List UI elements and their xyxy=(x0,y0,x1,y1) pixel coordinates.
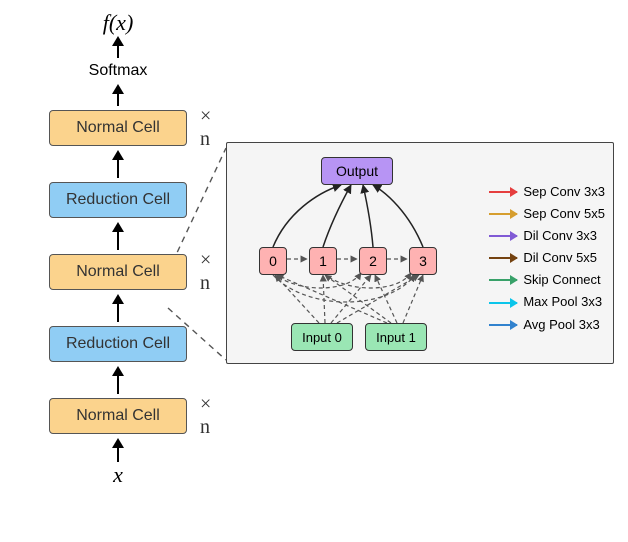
times-n-label: × n xyxy=(200,393,211,439)
legend-item: Dil Conv 3x3 xyxy=(489,225,605,247)
legend-label: Dil Conv 5x5 xyxy=(523,247,597,269)
legend-label: Sep Conv 3x3 xyxy=(523,181,605,203)
dag-nodes: Output 0 1 2 3 Input 0 Input 1 xyxy=(227,143,487,365)
dag-hidden-node-0: 0 xyxy=(259,247,287,275)
dag-input-node-1: Input 1 xyxy=(365,323,427,351)
node-label: 1 xyxy=(319,253,327,269)
times-n-label: × n xyxy=(200,249,211,295)
node-label: 3 xyxy=(419,253,427,269)
architecture-stack: f(x) Softmax Normal Cell × n Reduction C… xyxy=(28,10,208,488)
softmax-label: Softmax xyxy=(89,62,148,80)
legend-arrow-icon xyxy=(489,191,517,193)
node-label: 2 xyxy=(369,253,377,269)
node-label: Output xyxy=(336,163,378,179)
legend-item: Sep Conv 3x3 xyxy=(489,181,605,203)
legend-label: Dil Conv 3x3 xyxy=(523,225,597,247)
cell-zoom-panel: Output 0 1 2 3 Input 0 Input 1 Sep Conv … xyxy=(226,142,614,364)
legend-label: Avg Pool 3x3 xyxy=(523,314,599,336)
arrow-up-icon xyxy=(112,84,124,106)
normal-cell: Normal Cell × n xyxy=(49,398,187,434)
legend-label: Sep Conv 5x5 xyxy=(523,203,605,225)
legend-item: Max Pool 3x3 xyxy=(489,291,605,313)
legend-item: Sep Conv 5x5 xyxy=(489,203,605,225)
legend-label: Max Pool 3x3 xyxy=(523,291,602,313)
legend-arrow-icon xyxy=(489,213,517,215)
normal-cell-zoomed: Normal Cell × n xyxy=(49,254,187,290)
legend-label: Skip Connect xyxy=(523,269,600,291)
dag-hidden-node-2: 2 xyxy=(359,247,387,275)
output-label: f(x) xyxy=(103,10,134,36)
legend-arrow-icon xyxy=(489,302,517,304)
times-n-label: × n xyxy=(200,105,211,151)
node-label: 0 xyxy=(269,253,277,269)
arrow-up-icon xyxy=(112,294,124,322)
legend-arrow-icon xyxy=(489,324,517,326)
arrow-up-icon xyxy=(112,366,124,394)
legend-item: Skip Connect xyxy=(489,269,605,291)
arrow-up-icon xyxy=(112,222,124,250)
arrow-up-icon xyxy=(112,150,124,178)
reduction-cell: Reduction Cell xyxy=(49,326,187,362)
dag-input-node-0: Input 0 xyxy=(291,323,353,351)
cell-label: Reduction Cell xyxy=(66,191,170,209)
legend-arrow-icon xyxy=(489,257,517,259)
legend-arrow-icon xyxy=(489,279,517,281)
normal-cell: Normal Cell × n xyxy=(49,110,187,146)
arrow-up-icon xyxy=(112,36,124,58)
dag-hidden-node-1: 1 xyxy=(309,247,337,275)
cell-label: Normal Cell xyxy=(76,407,160,425)
node-label: Input 1 xyxy=(376,330,416,345)
dag-hidden-node-3: 3 xyxy=(409,247,437,275)
cell-label: Normal Cell xyxy=(76,263,160,281)
legend-arrow-icon xyxy=(489,235,517,237)
legend-item: Avg Pool 3x3 xyxy=(489,314,605,336)
cell-label: Reduction Cell xyxy=(66,335,170,353)
operator-legend: Sep Conv 3x3 Sep Conv 5x5 Dil Conv 3x3 D… xyxy=(489,181,605,336)
cell-label: Normal Cell xyxy=(76,119,160,137)
dag-output-node: Output xyxy=(321,157,393,185)
arrow-up-icon xyxy=(112,438,124,462)
input-label: x xyxy=(113,462,123,488)
reduction-cell: Reduction Cell xyxy=(49,182,187,218)
node-label: Input 0 xyxy=(302,330,342,345)
legend-item: Dil Conv 5x5 xyxy=(489,247,605,269)
